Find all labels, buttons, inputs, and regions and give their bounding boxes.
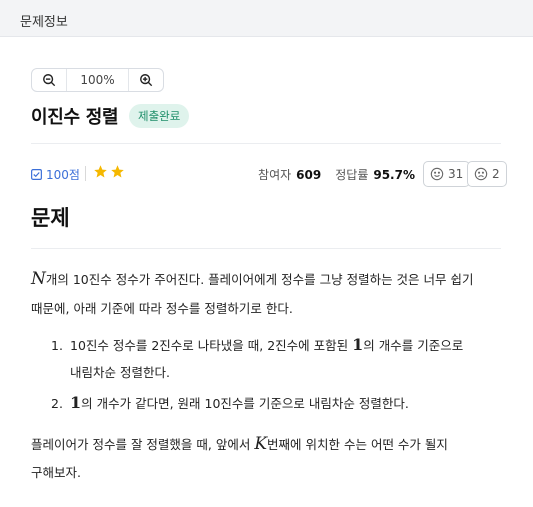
list-item-text: 의 개수를 기준으로 <box>363 338 464 353</box>
math-variable: 1 <box>352 335 364 354</box>
accuracy: 정답률 95.7% <box>335 166 415 183</box>
frown-icon <box>474 167 488 181</box>
list-number: 2. <box>51 396 63 411</box>
statement-text: 번째에 위치한 수는 어떤 수가 될지 <box>267 437 448 452</box>
participants-label: 참여자 <box>258 168 292 182</box>
problem-stats: 참여자 609 정답률 95.7% <box>258 166 415 183</box>
statement-line: 때문에, 아래 기준에 따라 정수를 정렬하기로 한다. <box>31 301 293 316</box>
dislike-count: 2 <box>492 167 500 181</box>
math-variable: 1 <box>70 393 82 412</box>
checkbox-icon <box>31 169 42 180</box>
list-item: 1의 개수가 같다면, 원래 10진수를 기준으로 내림차순 정렬한다. <box>70 389 409 417</box>
participants-value: 609 <box>296 168 322 182</box>
score-label: 100점 <box>46 168 80 182</box>
accuracy-label: 정답률 <box>335 168 369 182</box>
statement-line: 구해보자. <box>31 465 81 480</box>
section-heading: 문제 <box>31 206 70 230</box>
like-button[interactable]: 31 <box>423 161 471 187</box>
divider <box>85 166 86 181</box>
list-item: 10진수 정수를 2진수로 나타냈을 때, 2진수에 포함된 1의 개수를 기준… <box>70 331 463 359</box>
star-icon <box>94 165 107 178</box>
top-bar-title: 문제정보 <box>20 15 68 30</box>
top-bar: 문제정보 <box>0 0 533 37</box>
list-item-text: 의 개수가 같다면, 원래 10진수를 기준으로 내림차순 정렬한다. <box>81 396 409 411</box>
score: 100점 <box>31 166 80 183</box>
accuracy-value: 95.7% <box>373 168 415 182</box>
statement-line: N개의 10진수 정수가 주어진다. 플레이어에게 정수를 그냥 정렬하는 것은… <box>31 266 474 293</box>
zoom-out-icon <box>43 74 56 87</box>
zoom-in-button[interactable] <box>129 69 163 91</box>
list-item-continuation: 내림차순 정렬한다. <box>70 365 170 380</box>
problem-title: 이진수 정렬 <box>31 107 119 128</box>
zoom-out-button[interactable] <box>32 69 66 91</box>
statement-text: 플레이어가 정수를 잘 정렬했을 때, 앞에서 <box>31 437 255 452</box>
zoom-in-icon <box>140 74 153 87</box>
participants: 참여자 609 <box>258 166 321 183</box>
math-variable: K <box>254 434 268 454</box>
list-item-text: 10진수 정수를 2진수로 나타냈을 때, 2진수에 포함된 <box>70 338 353 353</box>
smile-icon <box>430 167 444 181</box>
statement-text: 개의 10진수 정수가 주어진다. 플레이어에게 정수를 그냥 정렬하는 것은 … <box>45 272 474 287</box>
zoom-control: 100% <box>31 68 164 92</box>
zoom-level: 100% <box>66 69 129 91</box>
dislike-button[interactable]: 2 <box>467 161 507 187</box>
math-variable: N <box>31 269 46 289</box>
divider <box>31 143 501 144</box>
list-number: 1. <box>51 338 63 353</box>
difficulty-stars <box>93 164 125 179</box>
like-count: 31 <box>448 167 464 181</box>
statement-line: 플레이어가 정수를 잘 정렬했을 때, 앞에서 K번째에 위치한 수는 어떤 수… <box>31 431 448 458</box>
star-icon <box>111 165 124 178</box>
status-badge: 제출완료 <box>129 104 190 128</box>
divider <box>31 248 501 249</box>
